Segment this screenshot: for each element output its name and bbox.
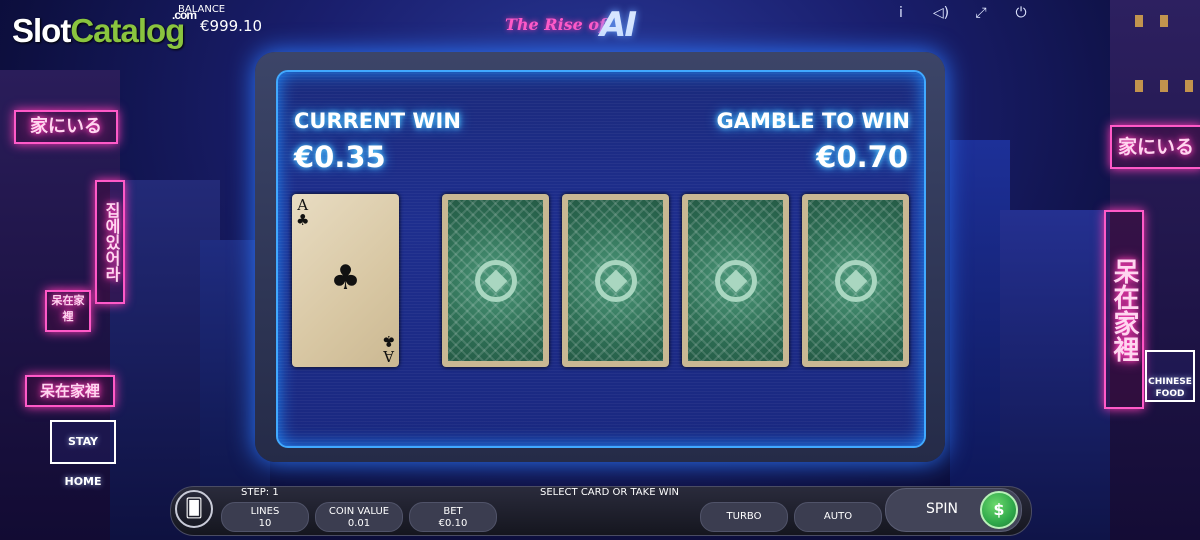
info-icon[interactable]: i	[892, 4, 910, 22]
window-light	[1160, 15, 1168, 27]
club-icon: ♣	[330, 258, 361, 298]
neon-sign-right-vertical: 呆在家裡	[1104, 210, 1144, 409]
window-light	[1160, 80, 1168, 92]
lines-value: 10	[258, 518, 272, 529]
fullscreen-icon[interactable]: ⤢	[972, 4, 990, 22]
window-light	[1135, 80, 1143, 92]
turbo-button[interactable]: TURBO	[700, 502, 788, 532]
coin-value-label: COIN VALUE	[328, 506, 390, 517]
game-logo-line2: AI	[600, 5, 637, 45]
watermark-slot: Slot	[12, 12, 71, 49]
bet-control[interactable]: BET €0.10	[409, 502, 497, 532]
lines-control[interactable]: LINES 10	[221, 502, 309, 532]
neon-sign-left-top: 家にいる	[14, 110, 118, 144]
balance-value: €999.10	[200, 17, 263, 35]
card-rank-top: A ♣	[296, 198, 309, 228]
game-logo: The Rise of AI	[505, 5, 690, 47]
neon-sign-right-top: 家にいる	[1110, 125, 1200, 169]
card-suit-small: ♣	[296, 211, 310, 229]
status-message: SELECT CARD OR TAKE WIN	[540, 487, 680, 498]
neon-sign-left-bottom: 呆在家裡	[25, 375, 115, 407]
step-indicator: STEP: 1	[241, 487, 279, 498]
gamble-to-win-label: GAMBLE TO WIN	[716, 109, 910, 133]
pick-card-4[interactable]	[802, 194, 909, 367]
card-suit-small: ♣	[381, 332, 395, 350]
gamble-panel: CURRENT WIN €0.35 GAMBLE TO WIN €0.70 A …	[276, 70, 926, 448]
bet-value: €0.10	[438, 518, 468, 529]
neon-sign-stay-home: STAY HOME	[50, 420, 116, 488]
power-icon[interactable]: ⏻	[1012, 4, 1030, 22]
spin-button[interactable]: $	[980, 491, 1018, 529]
card-rank: A	[382, 347, 394, 365]
auto-button[interactable]: AUTO	[794, 502, 882, 532]
gamble-cards-icon[interactable]: 🂠	[175, 490, 213, 528]
current-win-label: CURRENT WIN	[294, 109, 461, 133]
slotcatalog-watermark: SlotCatalog .com	[12, 8, 197, 50]
bet-label: BET	[443, 506, 463, 517]
window-light	[1135, 15, 1143, 27]
spin-label: SPIN	[926, 501, 958, 517]
coin-value-value: 0.01	[347, 518, 371, 529]
card-rank-bottom: A ♣	[381, 332, 395, 365]
neon-sign-left-vertical: 집에있어라	[95, 180, 125, 304]
lines-label: LINES	[250, 506, 280, 517]
window-light	[1185, 80, 1193, 92]
pick-card-2[interactable]	[562, 194, 669, 367]
balance-label: BALANCE	[178, 4, 226, 15]
gamble-to-win-value: €0.70	[816, 140, 908, 174]
coin-value-control[interactable]: COIN VALUE 0.01	[315, 502, 403, 532]
dealer-card: A ♣ ♣ A ♣	[292, 194, 399, 367]
game-logo-line1: The Rise of	[505, 15, 606, 34]
current-win-value: €0.35	[294, 140, 386, 174]
neon-sign-chinese-food: CHINESE FOOD	[1145, 350, 1195, 402]
pick-card-1[interactable]	[442, 194, 549, 367]
pick-card-3[interactable]	[682, 194, 789, 367]
neon-sign-left-small: 呆在家裡	[45, 290, 91, 332]
top-toolbar: i ◁) ⤢ ⏻	[892, 4, 1030, 22]
sound-icon[interactable]: ◁)	[932, 4, 950, 22]
watermark-catalog: Catalog	[70, 12, 185, 49]
